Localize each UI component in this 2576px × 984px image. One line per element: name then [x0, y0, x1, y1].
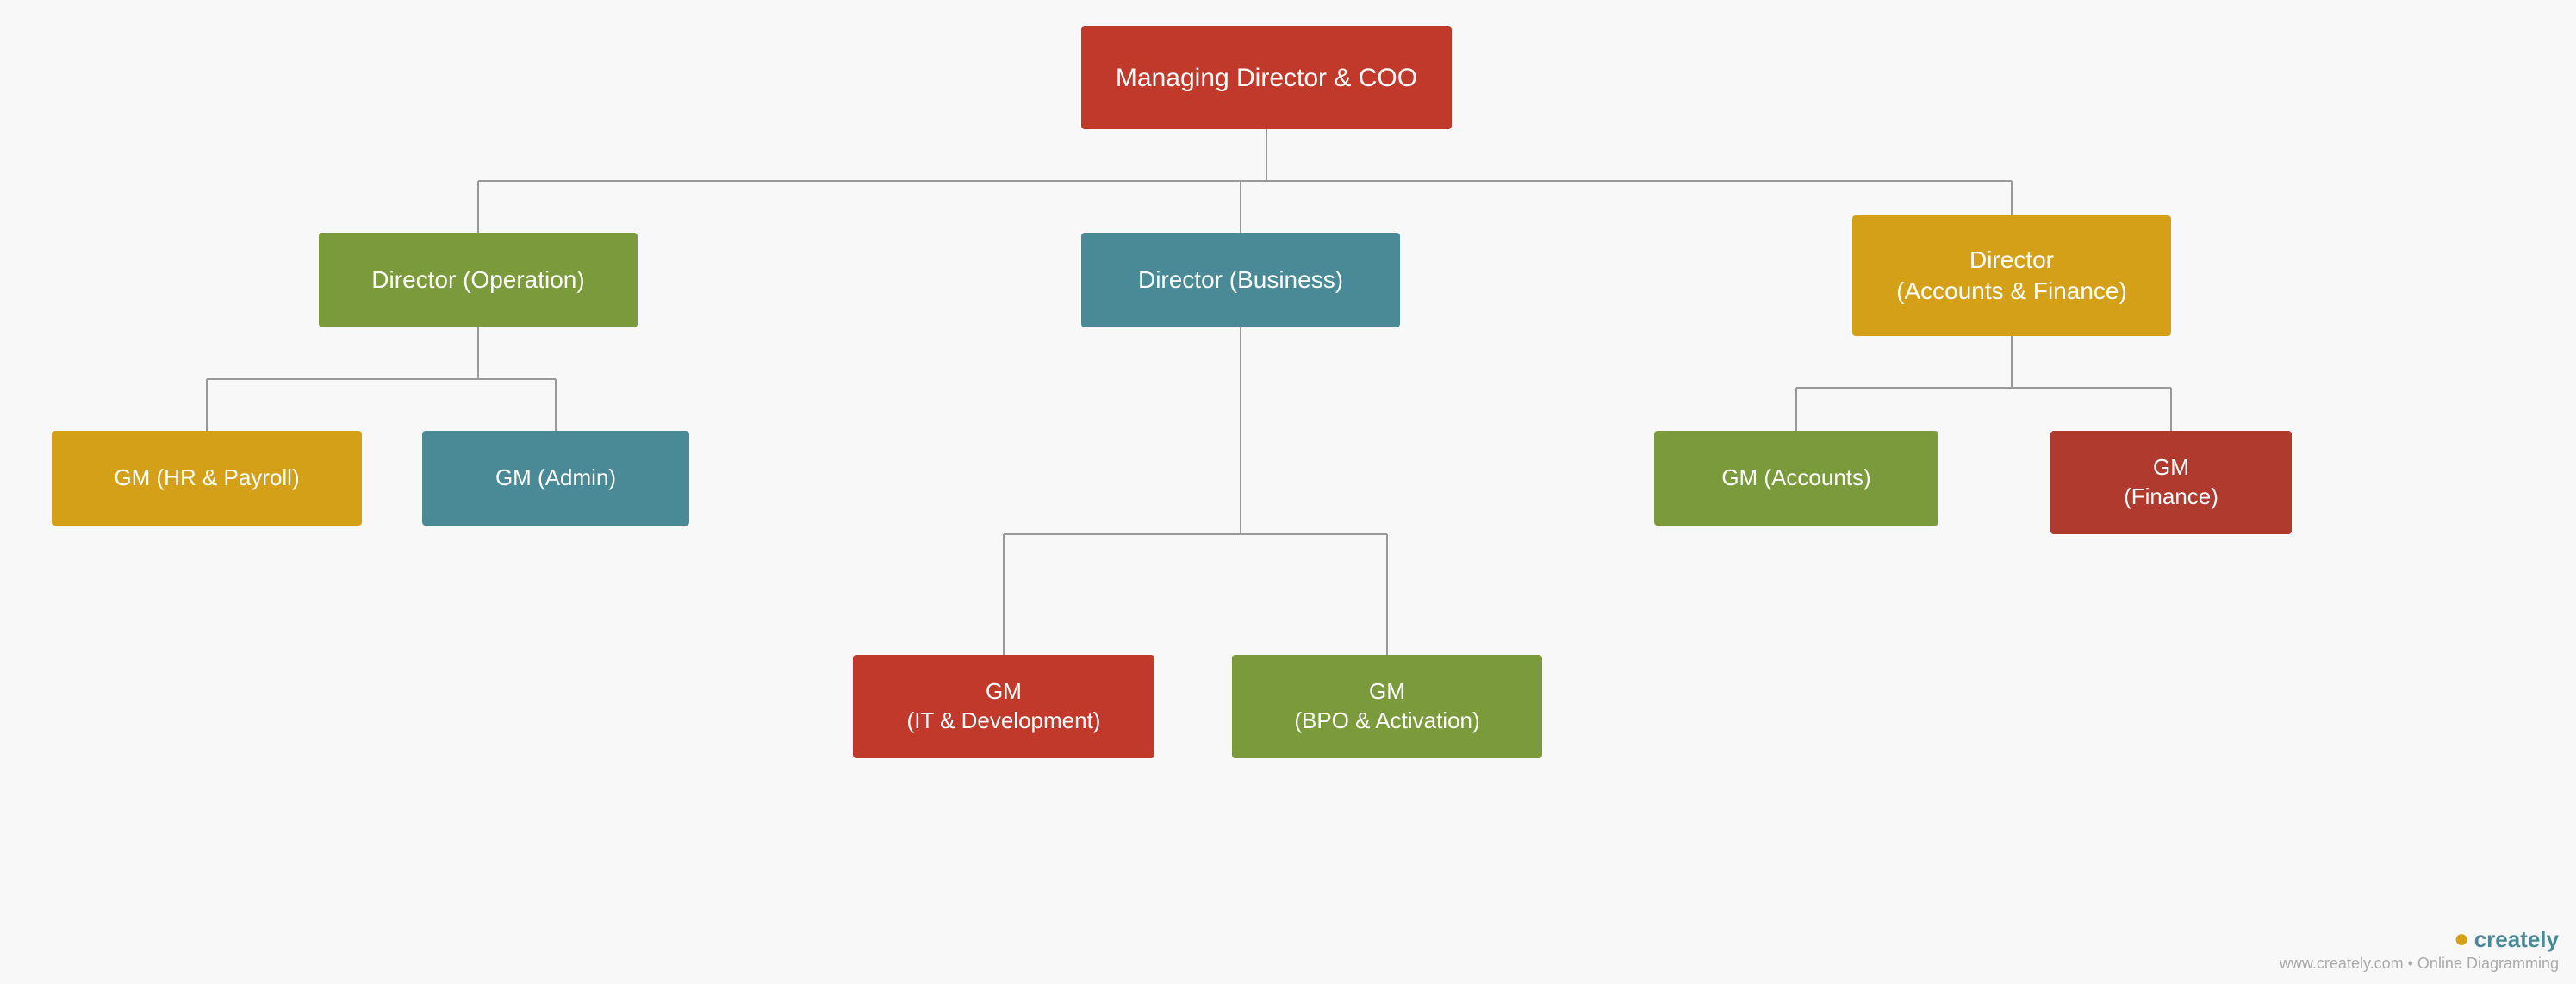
node-gm-bpo: GM(BPO & Activation) [1232, 655, 1542, 758]
org-chart: Managing Director & COO Director (Operat… [0, 0, 2576, 948]
node-gm-hr: GM (HR & Payroll) [52, 431, 362, 526]
node-gm-finance: GM(Finance) [2050, 431, 2292, 534]
node-director-finance: Director(Accounts & Finance) [1852, 215, 2171, 336]
node-gm-accounts: GM (Accounts) [1654, 431, 1938, 526]
node-gm-admin: GM (Admin) [422, 431, 689, 526]
node-managing-director: Managing Director & COO [1081, 26, 1452, 129]
watermark: ● creately www.creately.com • Online Dia… [2280, 925, 2559, 974]
node-gm-it: GM(IT & Development) [853, 655, 1154, 758]
node-director-operation: Director (Operation) [319, 233, 638, 327]
node-director-business: Director (Business) [1081, 233, 1400, 327]
